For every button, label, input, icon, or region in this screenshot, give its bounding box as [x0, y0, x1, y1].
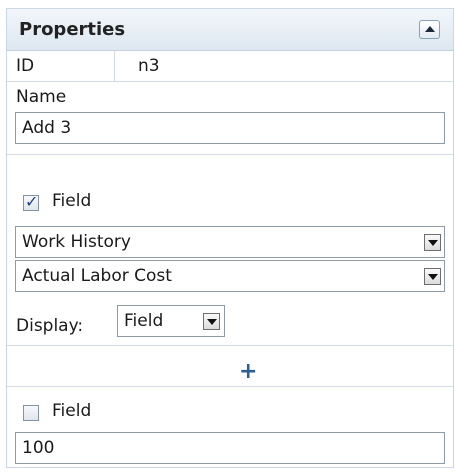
operand2-field-label: Field [52, 401, 92, 421]
chevron-down-icon[interactable] [424, 268, 441, 285]
table-select[interactable]: Work History [15, 226, 445, 258]
check-icon: ✓ [25, 192, 39, 211]
operand2-field-checkbox[interactable] [23, 405, 39, 421]
operand1-field-checkbox[interactable]: ✓ [23, 192, 39, 211]
collapse-button[interactable] [419, 20, 440, 39]
display-label: Display: [16, 316, 84, 336]
panel-header: Properties [7, 9, 453, 51]
id-key-cell: ID [7, 51, 115, 81]
id-key-label: ID [16, 56, 35, 76]
name-input-value: Add 3 [22, 118, 72, 138]
id-value: n3 [138, 56, 160, 76]
display-select-value: Field [124, 311, 164, 331]
divider [7, 154, 453, 155]
chevron-down-icon[interactable] [203, 313, 220, 330]
divider [7, 386, 453, 387]
properties-panel: Properties ID n3 Name Add 3 ✓ Field Work… [6, 8, 454, 468]
field-select[interactable]: Actual Labor Cost [15, 260, 445, 292]
operand1-field-label: Field [52, 191, 92, 211]
display-select[interactable]: Field [117, 305, 225, 337]
divider [7, 345, 453, 346]
triangle-up-icon [425, 26, 435, 32]
name-input[interactable]: Add 3 [15, 112, 445, 144]
id-row: ID n3 [7, 51, 453, 82]
operand2-value: 100 [22, 438, 55, 458]
chevron-down-icon[interactable] [424, 234, 441, 251]
add-operand-button[interactable]: + [239, 359, 257, 384]
table-select-value: Work History [22, 232, 131, 252]
name-label: Name [16, 87, 67, 107]
field-select-value: Actual Labor Cost [22, 266, 172, 286]
operand2-value-input[interactable]: 100 [15, 432, 445, 464]
panel-title: Properties [19, 19, 126, 40]
